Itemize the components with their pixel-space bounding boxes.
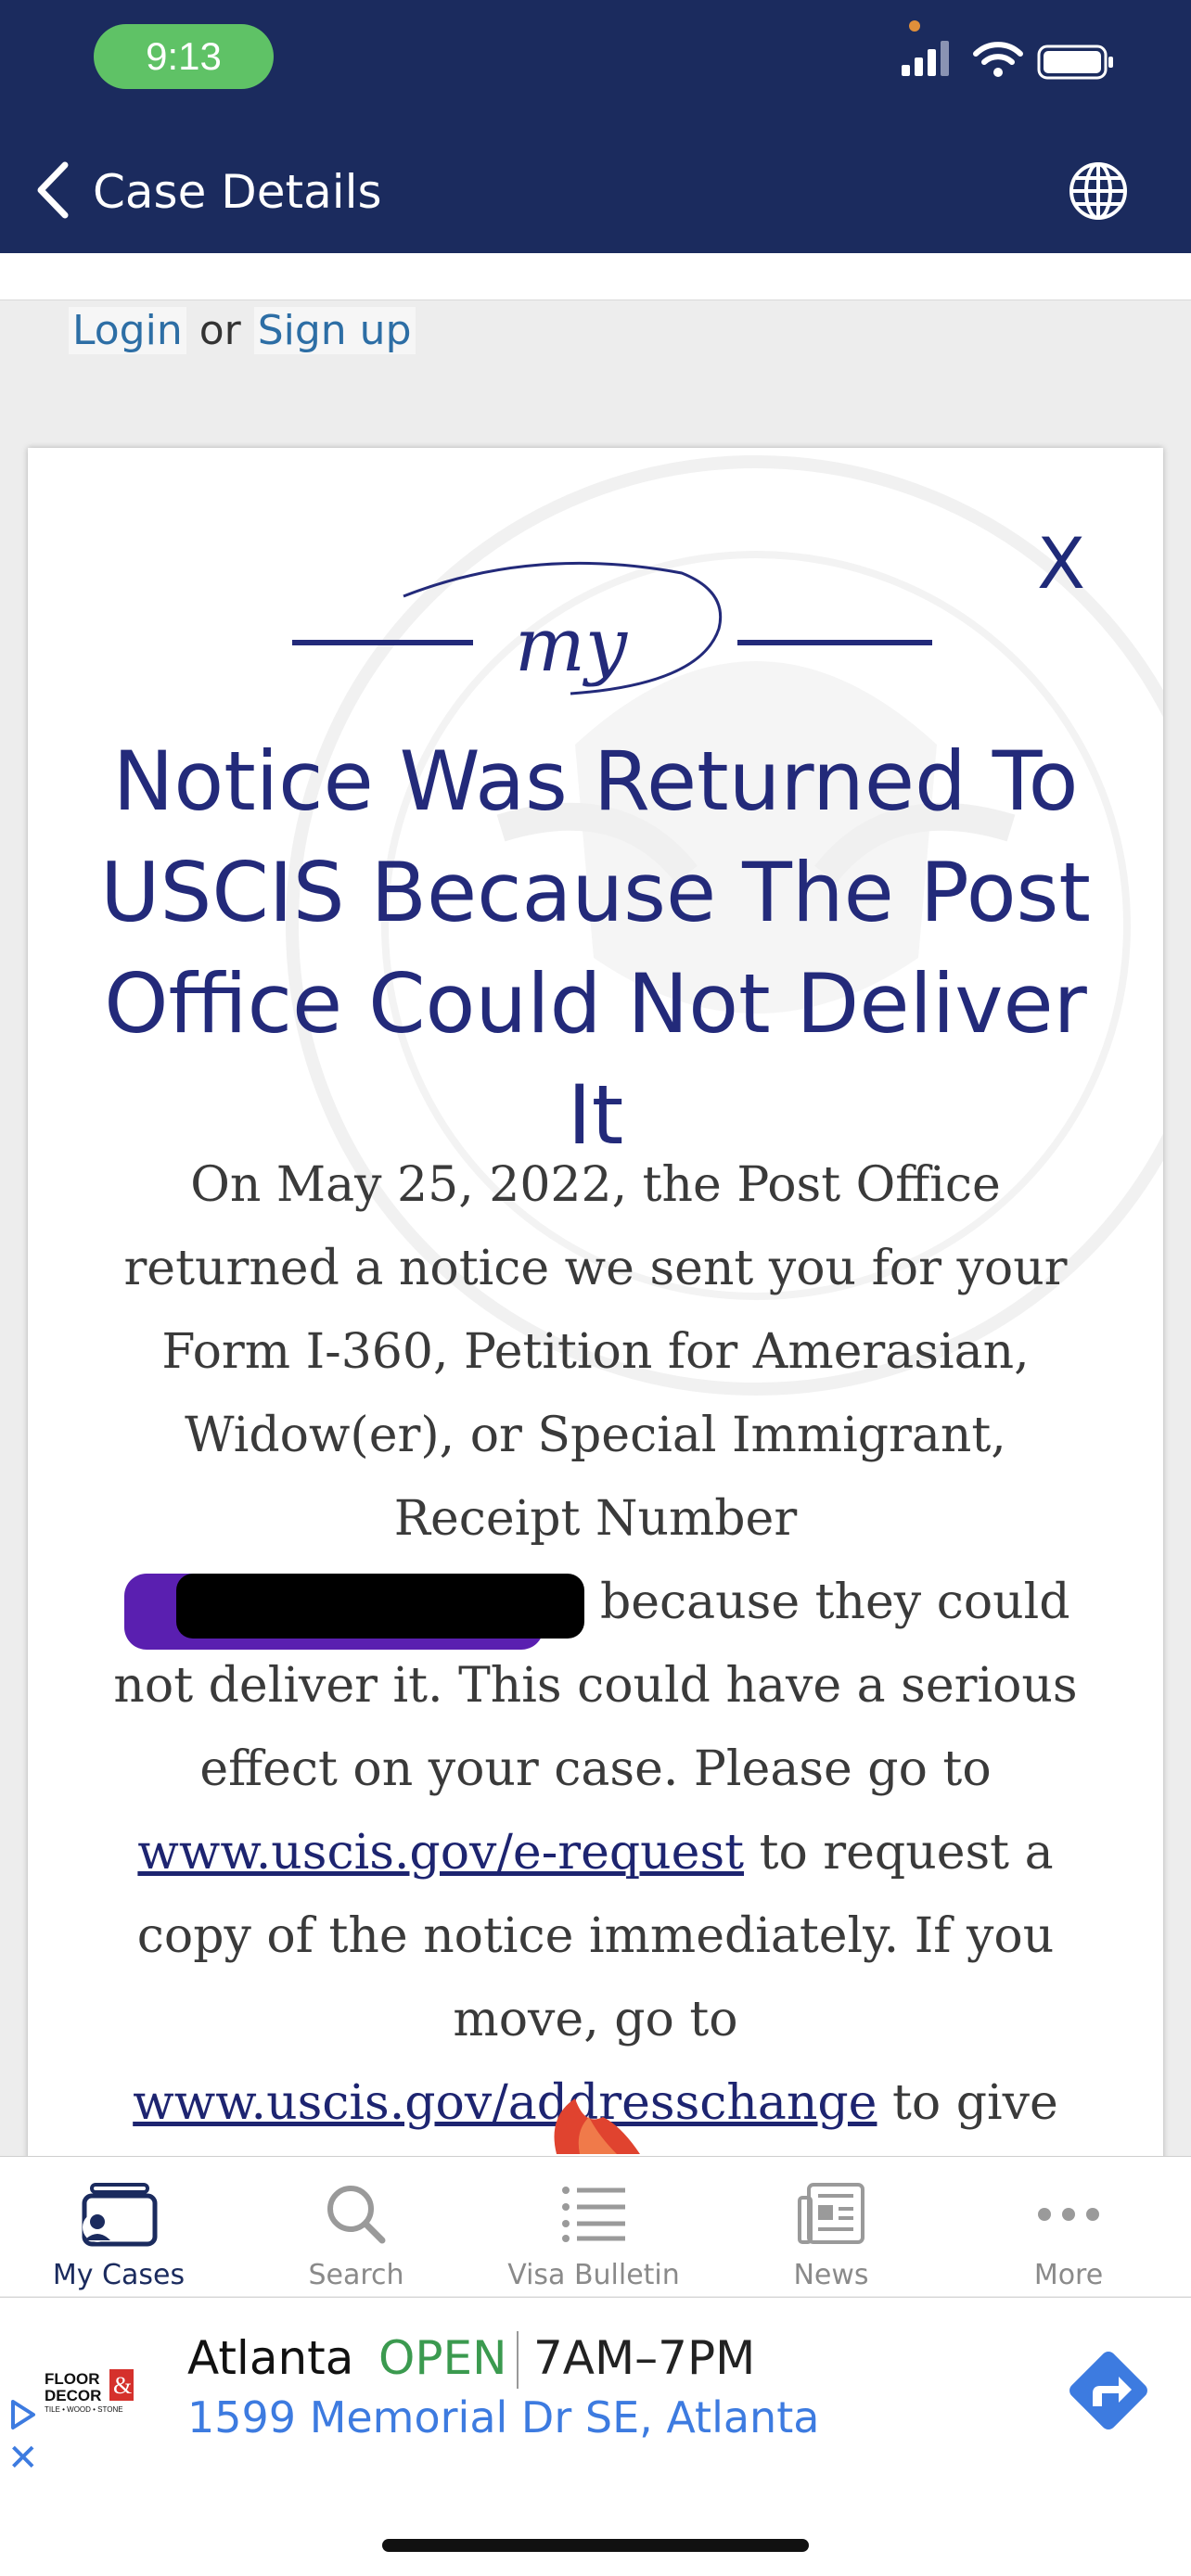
ad-address[interactable]: 1599 Memorial Dr SE, Atlanta xyxy=(187,2392,819,2442)
content-area: Login or Sign up X my Notice Was Returne… xyxy=(0,253,1191,2156)
svg-text:&: & xyxy=(113,2372,132,2399)
content-top-strip xyxy=(0,253,1191,300)
battery-icon xyxy=(1037,45,1113,80)
notice-title-line3: Office Could Not Deliver It xyxy=(104,956,1087,1163)
tab-visa-bulletin-label: Visa Bulletin xyxy=(507,2259,680,2291)
close-button[interactable]: X xyxy=(1037,522,1085,605)
status-time: 9:13 xyxy=(94,24,274,89)
tab-more-label: More xyxy=(1033,2259,1104,2291)
my-cases-icon xyxy=(82,2183,158,2247)
ad-open-status: OPEN xyxy=(378,2331,507,2385)
notice-title: Notice Was Returned To USCIS Because The… xyxy=(65,726,1126,1171)
notice-title-line1: Notice Was Returned To xyxy=(112,733,1079,829)
logo-text: my xyxy=(515,602,629,688)
tab-my-cases[interactable]: My Cases xyxy=(0,2157,237,2296)
search-icon xyxy=(327,2186,386,2244)
my-uscis-logo-icon: my xyxy=(292,561,932,695)
signal-icon xyxy=(902,41,949,76)
tab-bar: My Cases Search Visa Bulletin News More xyxy=(0,2156,1191,2296)
tab-more[interactable]: More xyxy=(950,2157,1187,2296)
tab-news[interactable]: News xyxy=(712,2157,950,2296)
login-link[interactable]: Login xyxy=(69,307,186,354)
svg-text:DECOR: DECOR xyxy=(45,2387,101,2404)
redacted-receipt-number xyxy=(176,1573,585,1639)
more-icon xyxy=(1038,2208,1099,2221)
auth-links: Login or Sign up xyxy=(69,307,416,354)
ad-divider xyxy=(517,2331,519,2389)
notice-title-line2: USCIS Because The Post xyxy=(100,845,1091,940)
list-icon xyxy=(562,2187,625,2242)
directions-icon[interactable] xyxy=(1057,2340,1159,2442)
notice-modal: X my Notice Was Returned To USCIS Becaus… xyxy=(28,448,1163,2156)
tab-my-cases-label: My Cases xyxy=(52,2259,186,2291)
page-title: Case Details xyxy=(93,165,382,219)
or-text: or xyxy=(198,307,241,354)
camera-indicator-icon xyxy=(909,20,920,32)
ad-banner[interactable]: FLOOR DECOR & TILE • WOOD • STONE Atlant… xyxy=(0,2297,1191,2480)
svg-text:FLOOR: FLOOR xyxy=(45,2370,100,2388)
e-request-link[interactable]: www.uscis.gov/e-request xyxy=(137,1825,744,1881)
tab-search[interactable]: Search xyxy=(237,2157,475,2296)
tab-visa-bulletin[interactable]: Visa Bulletin xyxy=(475,2157,712,2296)
home-area xyxy=(0,2477,1191,2576)
notice-body: On May 25, 2022, the Post Office returne… xyxy=(102,1143,1089,2156)
floor-decor-logo-icon: FLOOR DECOR & TILE • WOOD • STONE xyxy=(45,2369,134,2414)
home-indicator[interactable] xyxy=(382,2539,809,2552)
news-icon xyxy=(798,2183,864,2244)
ad-close-button[interactable]: ✕ xyxy=(7,2437,39,2480)
tab-news-label: News xyxy=(793,2259,869,2291)
ad-city: Atlanta xyxy=(187,2331,354,2385)
ad-choices-icon[interactable] xyxy=(7,2398,37,2431)
notice-body-text-1: On May 25, 2022, the Post Office returne… xyxy=(123,1157,1068,1547)
globe-icon[interactable] xyxy=(1067,159,1130,223)
back-chevron-icon[interactable] xyxy=(30,158,76,223)
ad-hours: 7AM–7PM xyxy=(533,2331,756,2385)
address-change-link[interactable]: www.uscis.gov/addresschange xyxy=(133,2075,877,2131)
tab-search-label: Search xyxy=(308,2259,404,2291)
signup-link[interactable]: Sign up xyxy=(253,307,416,354)
flame-icon xyxy=(554,2098,640,2154)
svg-text:TILE • WOOD • STONE: TILE • WOOD • STONE xyxy=(45,2405,123,2414)
app-header: 9:13 Case Details xyxy=(0,0,1191,253)
wifi-icon xyxy=(973,42,1023,77)
